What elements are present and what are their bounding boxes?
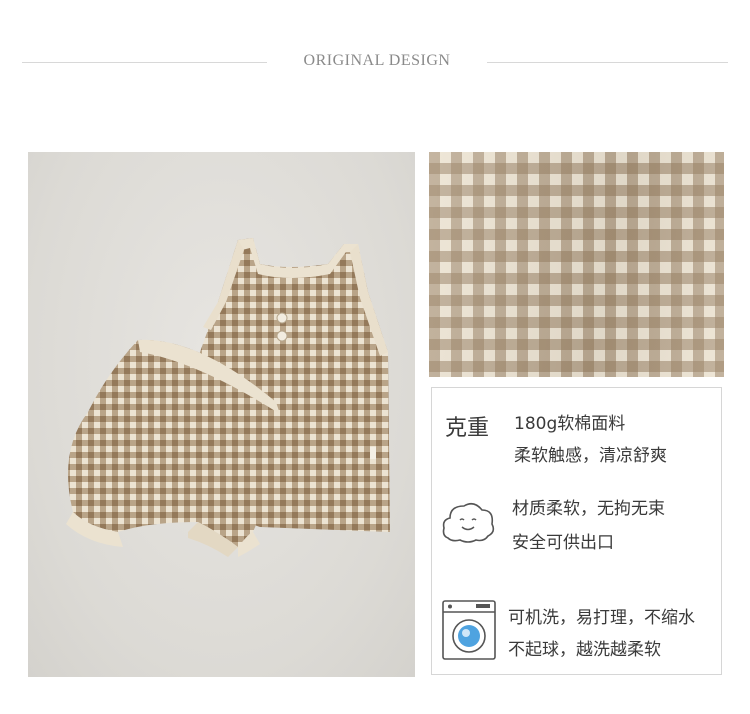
machine-wash-text: 可机洗，易打理，不缩水 bbox=[508, 608, 695, 628]
fabric-shading bbox=[429, 152, 724, 377]
section-title: ORIGINAL DESIGN bbox=[303, 52, 451, 69]
soft-material-text: 材质柔软，无拘无束 bbox=[512, 499, 665, 519]
product-illustration bbox=[66, 238, 390, 557]
header-divider-left bbox=[22, 62, 267, 63]
fabric-info-panel: 克重 180g软棉面料 柔软触感，清凉舒爽 材质柔软，无拘无束 安全可供出口 可… bbox=[431, 387, 722, 675]
fabric-closeup-photo bbox=[429, 152, 724, 377]
product-photo bbox=[28, 152, 415, 677]
no-pilling-text: 不起球，越洗越柔软 bbox=[508, 640, 661, 660]
header-divider-right bbox=[487, 62, 728, 63]
weight-label: 克重 bbox=[445, 416, 490, 441]
fabric-feel-text: 柔软触感，清凉舒爽 bbox=[514, 446, 667, 466]
cloud-smile-icon bbox=[440, 498, 496, 550]
export-safe-text: 安全可供出口 bbox=[512, 533, 614, 553]
fabric-weight-text: 180g软棉面料 bbox=[514, 414, 626, 434]
washing-machine-icon bbox=[442, 600, 496, 664]
